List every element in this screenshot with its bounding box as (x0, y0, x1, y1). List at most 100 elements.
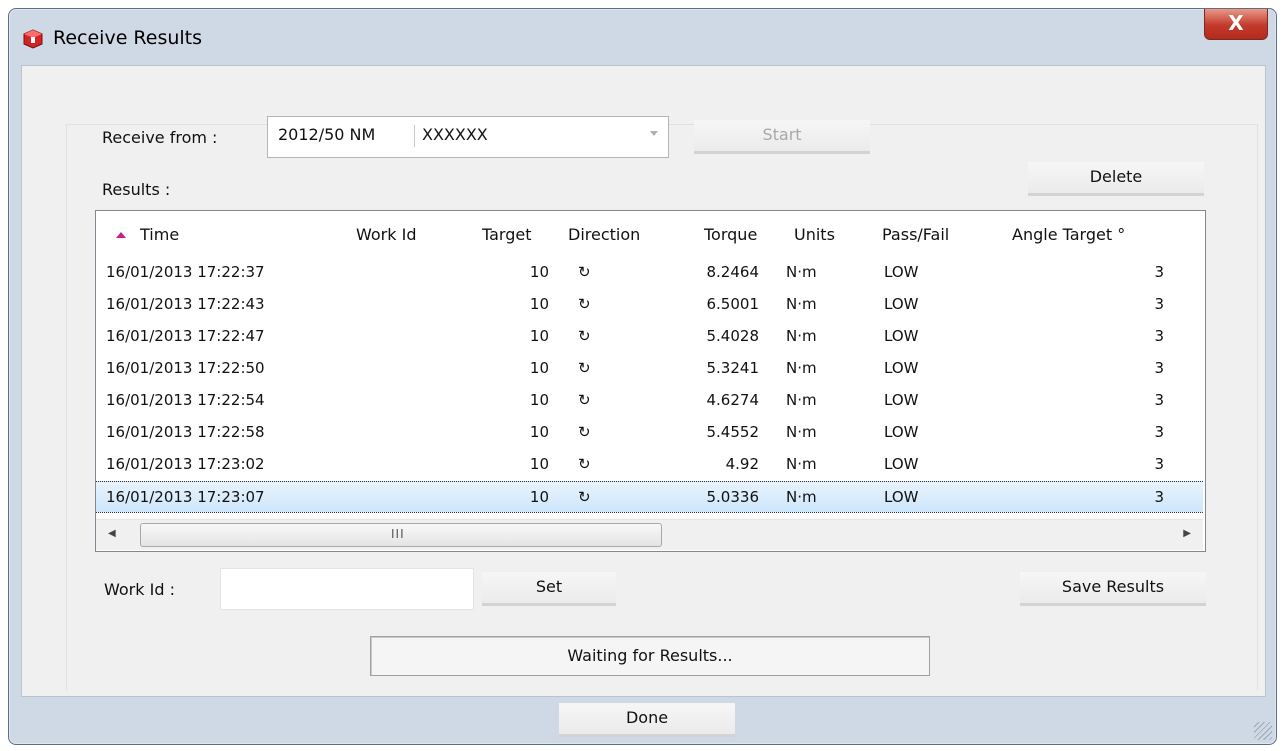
cell-torque: 6.5001 (706, 295, 760, 313)
delete-button[interactable]: Delete (1028, 162, 1204, 196)
results-label: Results : (102, 180, 171, 199)
cell-torque: 4.6274 (706, 391, 760, 409)
clockwise-arrow-icon: ↻ (578, 488, 591, 506)
column-header-direction[interactable]: Direction (568, 225, 640, 244)
cell-pass-fail: LOW (884, 391, 919, 409)
table-row[interactable]: 16/01/2013 17:22:43 10 ↻ 6.5001 N·m LOW 3 (96, 289, 1203, 321)
clockwise-arrow-icon: ↻ (578, 295, 591, 313)
receive-results-window: Receive Results X Receive from : 2012/50… (8, 8, 1277, 745)
cell-time: 16/01/2013 17:22:47 (106, 327, 265, 345)
cell-units: N·m (786, 327, 817, 345)
cell-pass-fail: LOW (884, 488, 919, 506)
results-table[interactable]: Time Work Id Target Direction Torque Uni… (95, 210, 1206, 552)
cell-torque: 4.92 (725, 455, 759, 473)
column-header-torque[interactable]: Torque (704, 225, 757, 244)
start-button[interactable]: Start (694, 120, 870, 154)
title-bar[interactable]: Receive Results X (9, 9, 1276, 65)
scroll-left-arrow-icon[interactable]: ◀ (108, 528, 116, 539)
cell-angle-target: 3 (1154, 263, 1164, 281)
cell-torque: 5.4552 (706, 423, 760, 441)
cell-time: 16/01/2013 17:22:50 (106, 359, 265, 377)
cell-torque: 5.3241 (706, 359, 760, 377)
cell-time: 16/01/2013 17:23:07 (106, 488, 265, 506)
combo-separator (414, 125, 415, 147)
table-row[interactable]: 16/01/2013 17:22:37 10 ↻ 8.2464 N·m LOW 3 (96, 257, 1203, 289)
cell-units: N·m (786, 263, 817, 281)
clockwise-arrow-icon: ↻ (578, 455, 591, 473)
cell-time: 16/01/2013 17:23:02 (106, 455, 265, 473)
work-id-input[interactable] (220, 568, 474, 610)
clockwise-arrow-icon: ↻ (578, 423, 591, 441)
close-button[interactable]: X (1204, 9, 1268, 40)
column-header-units[interactable]: Units (794, 225, 835, 244)
chevron-down-icon[interactable] (650, 131, 658, 136)
set-button[interactable]: Set (482, 572, 616, 606)
cell-pass-fail: LOW (884, 327, 919, 345)
column-header-time[interactable]: Time (140, 225, 179, 244)
cell-target: 10 (529, 423, 549, 441)
clockwise-arrow-icon: ↻ (578, 263, 591, 281)
save-results-button[interactable]: Save Results (1020, 572, 1206, 606)
cell-pass-fail: LOW (884, 423, 919, 441)
cell-pass-fail: LOW (884, 263, 919, 281)
column-header-pass-fail[interactable]: Pass/Fail (882, 225, 949, 244)
table-row[interactable]: 16/01/2013 17:22:58 10 ↻ 5.4552 N·m LOW 3 (96, 417, 1203, 449)
cell-time: 16/01/2013 17:22:43 (106, 295, 265, 313)
device-serial: XXXXXX (422, 125, 488, 144)
column-header-target[interactable]: Target (482, 225, 532, 244)
cell-pass-fail: LOW (884, 295, 919, 313)
cell-target: 10 (529, 359, 549, 377)
status-bar: Waiting for Results... (370, 636, 930, 676)
cell-time: 16/01/2013 17:22:58 (106, 423, 265, 441)
scrollbar-thumb[interactable]: III (140, 523, 662, 547)
cell-target: 10 (529, 327, 549, 345)
cell-angle-target: 3 (1154, 488, 1164, 506)
cell-target: 10 (529, 455, 549, 473)
cell-target: 10 (529, 263, 549, 281)
red-cube-icon (23, 29, 43, 49)
cell-target: 10 (529, 295, 549, 313)
horizontal-scrollbar[interactable]: ◀ III ▶ (96, 519, 1203, 550)
cell-torque: 5.0336 (706, 488, 760, 506)
cell-target: 10 (529, 488, 549, 506)
resize-grip-icon[interactable] (1254, 722, 1272, 740)
window-title: Receive Results (53, 27, 203, 49)
done-button[interactable]: Done (559, 703, 735, 737)
cell-pass-fail: LOW (884, 359, 919, 377)
cell-time: 16/01/2013 17:22:54 (106, 391, 265, 409)
cell-pass-fail: LOW (884, 455, 919, 473)
cell-time: 16/01/2013 17:22:37 (106, 263, 265, 281)
device-name: 2012/50 NM (278, 125, 376, 144)
clockwise-arrow-icon: ↻ (578, 391, 591, 409)
cell-target: 10 (529, 391, 549, 409)
cell-torque: 5.4028 (706, 327, 760, 345)
device-combobox[interactable]: 2012/50 NM XXXXXX (267, 116, 669, 158)
table-row[interactable]: 16/01/2013 17:22:50 10 ↻ 5.3241 N·m LOW 3 (96, 353, 1203, 385)
table-row-selected[interactable]: 16/01/2013 17:23:07 10 ↻ 5.0336 N·m LOW 3 (96, 481, 1203, 513)
column-header-work-id[interactable]: Work Id (356, 225, 416, 244)
table-row[interactable]: 16/01/2013 17:22:54 10 ↻ 4.6274 N·m LOW 3 (96, 385, 1203, 417)
column-header-angle-target[interactable]: Angle Target ° (1012, 225, 1125, 244)
cell-units: N·m (786, 391, 817, 409)
cell-angle-target: 3 (1154, 455, 1164, 473)
clockwise-arrow-icon: ↻ (578, 359, 591, 377)
sort-ascending-icon (116, 232, 126, 238)
dialog-client-area: Receive from : 2012/50 NM XXXXXX Start R… (21, 65, 1266, 697)
cell-angle-target: 3 (1154, 359, 1164, 377)
table-row[interactable]: 16/01/2013 17:23:02 10 ↻ 4.92 N·m LOW 3 (96, 449, 1203, 481)
clockwise-arrow-icon: ↻ (578, 327, 591, 345)
scroll-right-arrow-icon[interactable]: ▶ (1183, 528, 1191, 539)
table-header: Time Work Id Target Direction Torque Uni… (96, 211, 1205, 257)
cell-units: N·m (786, 455, 817, 473)
cell-units: N·m (786, 359, 817, 377)
cell-torque: 8.2464 (706, 263, 760, 281)
scroll-grip-icon: III (391, 527, 405, 541)
cell-angle-target: 3 (1154, 423, 1164, 441)
cell-units: N·m (786, 295, 817, 313)
table-row[interactable]: 16/01/2013 17:22:47 10 ↻ 5.4028 N·m LOW 3 (96, 321, 1203, 353)
cell-angle-target: 3 (1154, 327, 1164, 345)
cell-units: N·m (786, 488, 817, 506)
receive-from-label: Receive from : (102, 128, 218, 147)
work-id-label: Work Id : (104, 580, 175, 599)
cell-angle-target: 3 (1154, 295, 1164, 313)
